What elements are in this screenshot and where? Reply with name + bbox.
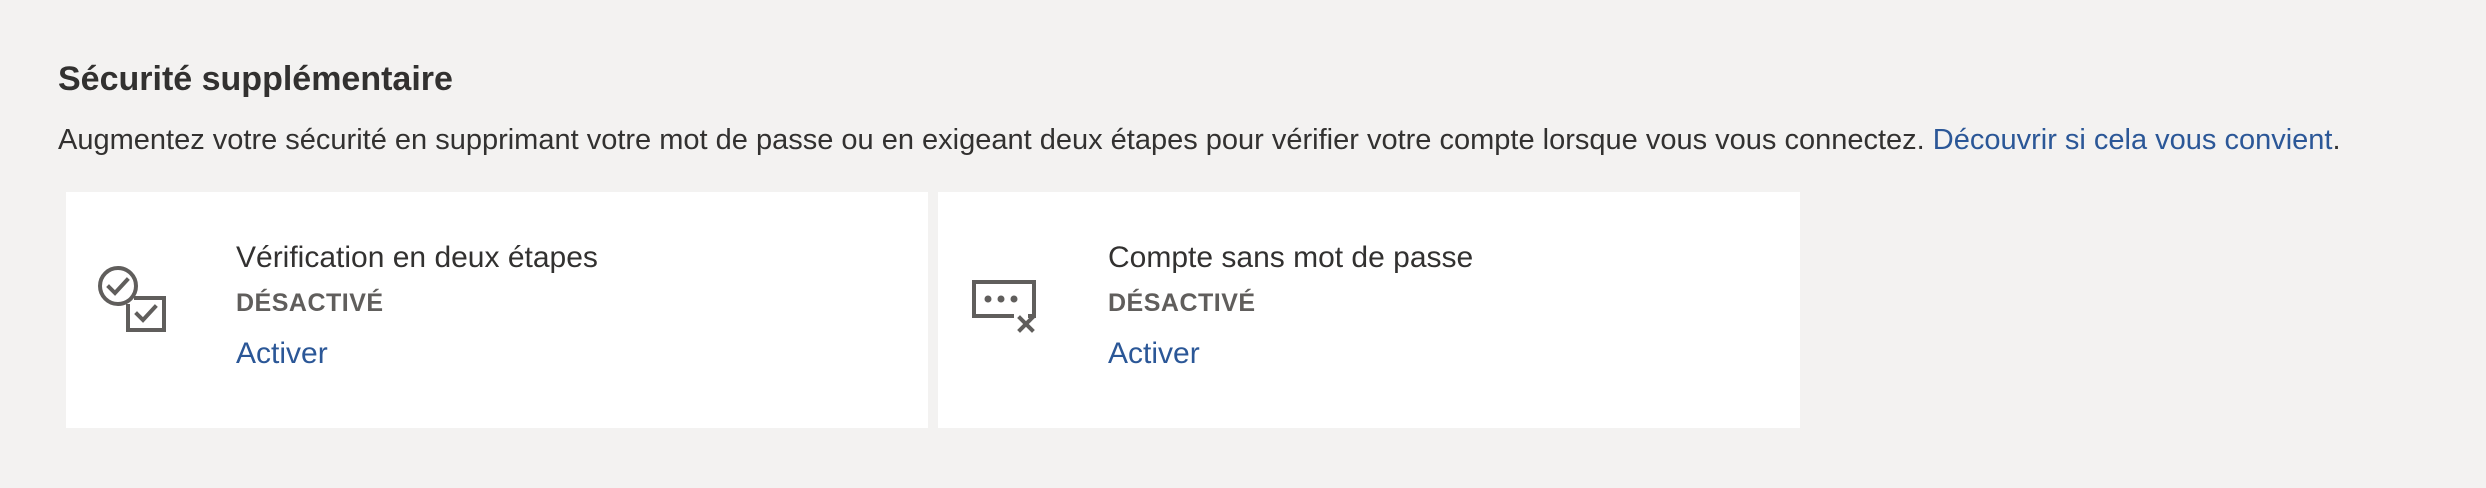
section-description: Augmentez votre sécurité en supprimant v… — [58, 120, 2458, 160]
passwordless-account-icon — [968, 264, 1048, 344]
two-step-verification-icon — [96, 264, 176, 344]
section-description-text: Augmentez votre sécurité en supprimant v… — [58, 124, 1933, 156]
section-description-suffix: . — [2332, 124, 2341, 156]
two-step-verification-card: Vérification en deux étapes DÉSACTIVÉ Ac… — [66, 192, 928, 428]
passwordless-account-card: Compte sans mot de passe DÉSACTIVÉ Activ… — [938, 192, 1800, 428]
card-title: Compte sans mot de passe — [1108, 241, 1474, 274]
status-badge: DÉSACTIVÉ — [236, 289, 384, 317]
additional-security-section: Sécurité supplémentaire Augmentez votre … — [58, 56, 2458, 160]
card-body: Compte sans mot de passe DÉSACTIVÉ Activ… — [1108, 238, 1473, 374]
status-badge: DÉSACTIVÉ — [1108, 289, 1256, 317]
learn-more-link[interactable]: Découvrir si cela vous convient — [1933, 124, 2333, 156]
card-body: Vérification en deux étapes DÉSACTIVÉ Ac… — [236, 238, 598, 374]
card-title: Vérification en deux étapes — [236, 241, 598, 274]
activate-passwordless-link[interactable]: Activer — [1108, 334, 1200, 374]
section-title: Sécurité supplémentaire — [58, 60, 453, 98]
activate-two-step-link[interactable]: Activer — [236, 334, 328, 374]
security-options: Vérification en deux étapes DÉSACTIVÉ Ac… — [66, 192, 1800, 428]
